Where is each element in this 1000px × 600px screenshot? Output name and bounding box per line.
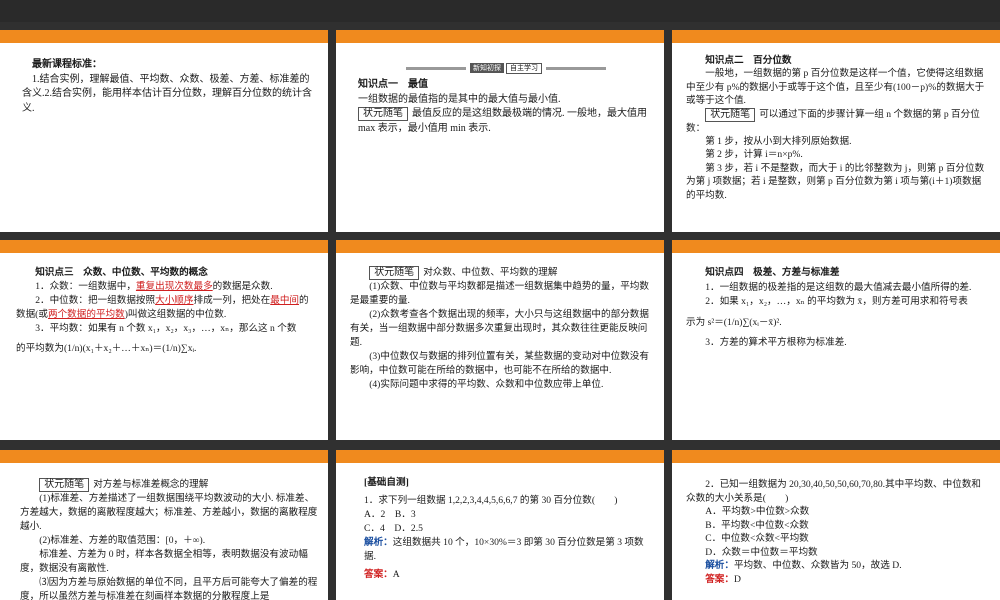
slide-5-understanding-central[interactable]: 状元随笔 对众数、中位数、平均数的理解 (1)众数、中位数与平均数都是描述一组数据… [336,240,664,440]
knowledge-point-1-heading: 知识点一 最值 [358,79,428,90]
header-rule [336,463,664,465]
percentile-step-2: 第 2 步，计算 i＝n×p%. [705,149,803,161]
question-2-option-d: D．众数＝中位数＝平均数 [705,546,818,558]
slide-3-percentile[interactable]: 知识点二 百分位数 一般地，一组数据的第 p 百分位数是这样一个值，它使得这组数… [672,30,1000,232]
slide-header-bar [336,30,664,43]
header-rule [336,253,664,255]
course-standard-text: 1.结合实例，理解最值、平均数、众数、极差、方差、标准差的含义.2.结合实例，能… [22,73,312,114]
analysis-text: 这组数据共 10 个，10×30%＝3 即第 30 百分位数是第 3 项数据. [364,537,644,562]
slide-header-bar [0,450,328,463]
answer-value: A [392,569,400,580]
zhuangyuan-tag: 状元随笔 [705,107,756,122]
slide-4-central-tendency[interactable]: 知识点三 众数、中位数、平均数的概念 1．众数：一组数据中，重复出现次数最多的数… [0,240,328,440]
percentile-step-3: 第 3 步，若 i 不是整数，而大于 i 的比邻整数为 j，则第 p 百分位数为… [686,162,985,201]
header-rule [0,253,328,255]
variance-note-3: 标准差、方差为 0 时，样本各数据全相等，表明数据没有波动幅度，数据没有离散性. [20,549,308,574]
mode-definition: 1．众数：一组数据中，重复出现次数最多的数据是众数. [16,280,318,294]
answer-label: 答案： [705,573,734,585]
percentile-note: 状元随笔 可以通过下面的步骤计算一组 n 个数据的第 p 百分位数： [686,107,990,135]
median-key-middle: 最中间 [270,295,300,306]
percentile-step-1: 第 1 步，按从小到大排列原始数据. [705,136,852,148]
range-definition: 1．一组数据的极差指的是这组数的最大值减去最小值所得的差. [705,281,972,293]
slide-7-understanding-variance[interactable]: 状元随笔 对方差与标准差概念的理解 (1)标准差、方差描述了一组数据围绕平均数波动… [0,450,328,600]
variance-note-title: 状元随笔 对方差与标准差概念的理解 [20,478,318,492]
extremes-note: 状元随笔 最值反应的是这组数最极端的情况. 一般地，最大值用 max 表示，最小值… [358,107,654,136]
question-2-option-b: B．平均数<中位数<众数 [705,519,809,531]
question-2-answer: 答案：D [686,573,990,587]
question-1-analysis: 解析：这组数据共 10 个，10×30%＝3 即第 30 百分位数是第 3 项数… [364,536,654,564]
question-2-analysis: 解析：平均数、中位数、众数皆为 50，故选 D. [686,559,990,573]
percentile-definition: 一般地，一组数据的第 p 百分位数是这样一个值，它使得这组数据中至少有 p%的数… [686,68,985,107]
slide-header-bar [672,450,1000,463]
slide-header-bar [672,30,1000,43]
slide-6-dispersion[interactable]: 知识点四 极差、方差与标准差 1．一组数据的极差指的是这组数的最大值减去最小值所… [672,240,1000,440]
median-definition: 2．中位数：把一组数据按照大小顺序排成一列，把处在最中间的数据(或两个数据的平均… [16,294,318,322]
std-definition: 3．方差的算术平方根称为标准差. [705,337,847,348]
variance-note-4: ⑶因为方差与原始数据的单位不同，且平方后可能夸大了偏差的程度，所以虽然方差与标准… [20,577,318,600]
self-test-title: [基础自测] [364,477,409,488]
question-1-answer: 答案：A [364,568,654,582]
course-standard-title: 最新课程标准： [32,59,102,70]
central-note-2: (2)众数考查各个数据出现的频率，大小只与这组数据中的部分数据有关，当一组数据中… [350,309,649,348]
slide-header-bar [336,450,664,463]
central-note-4: (4)实际问题中求得的平均数、众数和中位数应带上单位. [369,379,604,390]
median-key-order: 大小顺序 [155,295,194,306]
badge-self-study: 自主学习 [506,63,542,74]
central-note-title: 状元随笔 对众数、中位数、平均数的理解 [350,266,654,280]
mode-text: 1．众数：一组数据中， [35,281,136,292]
median-text: 2．中位数：把一组数据按照 [35,295,156,306]
slide-2-extremes[interactable]: 新知初探 自主学习 知识点一 最值 一组数据的最值指的是其中的最大值与最小值. 状… [336,30,664,232]
slide-9-self-test-2[interactable]: 2．已知一组数据为 20,30,40,50,50,60,70,80.其中平均数、… [672,450,1000,600]
header-rule [672,253,1000,255]
knowledge-point-2-heading: 知识点二 百分位数 [705,55,792,66]
variance-definition: 2．如果 x₁，x₂，…，xₙ 的平均数为 x̄，则方差可用求和符号表 [705,296,968,307]
header-rule [0,43,328,45]
median-text-mid: 排成一列，把处在 [193,295,271,306]
zhuangyuan-tag: 状元随笔 [369,266,420,280]
question-1-options-ab: A．2 B．3 [364,509,416,520]
header-rule [672,43,1000,45]
zhuangyuan-tag: 状元随笔 [358,107,408,121]
central-note-1: (1)众数、中位数与平均数都是描述一组数据集中趋势的量，平均数是最重要的量. [350,281,649,306]
question-2-option-c: C．中位数<众数<平均数 [705,533,809,544]
slide-8-self-test-1[interactable]: [基础自测] 1．求下列一组数据 1,2,2,3,4,4,5,6,6,7 的第 … [336,450,664,600]
top-band [0,0,1000,22]
variance-note-2: (2)标准差、方差的取值范围：[0，＋∞). [39,535,206,546]
median-text-end: )叫做这组数据的中位数. [124,309,227,320]
zhuangyuan-tag: 状元随笔 [39,478,90,492]
mean-definition: 3．平均数：如果有 n 个数 x₁，x₂，x₃，…，xₙ，那么这 n 个数 [35,323,297,334]
knowledge-point-4-heading: 知识点四 极差、方差与标准差 [705,267,840,278]
analysis-label: 解析： [705,560,734,571]
answer-label: 答案： [364,569,393,580]
central-note-3: (3)中位数仅与数据的排列位置有关，某些数据的变动对中位数没有影响，中位数可能在… [350,351,649,376]
slide-header-bar [0,30,328,43]
variance-formula: 示为 s²＝(1/n)∑(xᵢ－x̄)². [686,316,782,328]
analysis-label: 解析： [364,537,393,548]
mode-text-end: 的数据是众数. [212,281,273,292]
question-2: 2．已知一组数据为 20,30,40,50,50,60,70,80.其中平均数、… [686,479,982,504]
analysis-text: 平均数、中位数、众数皆为 50，故选 D. [733,560,902,571]
question-1: 1．求下列一组数据 1,2,2,3,4,4,5,6,6,7 的第 30 百分位数… [364,495,618,506]
header-rule [336,43,664,45]
slide-header-bar [672,240,1000,253]
answer-value: D [733,573,741,585]
variance-note-title-text: 对方差与标准差概念的理解 [93,479,209,490]
header-rule [672,463,1000,465]
slide-header-bar [0,240,328,253]
extremes-definition: 一组数据的最值指的是其中的最大值与最小值. [358,93,561,105]
slide-header-bar [336,240,664,253]
central-note-title-text: 对众数、中位数、平均数的理解 [423,267,558,278]
slide-1-course-standard[interactable]: 最新课程标准： 1.结合实例，理解最值、平均数、众数、极差、方差、标准差的含义.… [0,30,328,232]
mean-formula: 的平均数为(1/n)(x₁＋x₂＋…＋xₙ)＝(1/n)∑xᵢ. [16,343,197,354]
question-1-options-cd: C．4 D．2.5 [364,523,423,534]
badge-new-knowledge: 新知初探 [470,63,504,73]
knowledge-point-3-heading: 知识点三 众数、中位数、平均数的概念 [35,267,208,278]
section-badge: 新知初探 自主学习 [358,63,654,74]
header-rule [0,463,328,465]
mode-key-phrase: 重复出现次数最多 [135,281,213,292]
median-key-average: 两个数据的平均数 [47,309,125,320]
variance-note-1: (1)标准差、方差描述了一组数据围绕平均数波动的大小. 标准差、方差越大，数据的… [20,493,318,532]
question-2-option-a: A．平均数>中位数>众数 [705,506,810,517]
